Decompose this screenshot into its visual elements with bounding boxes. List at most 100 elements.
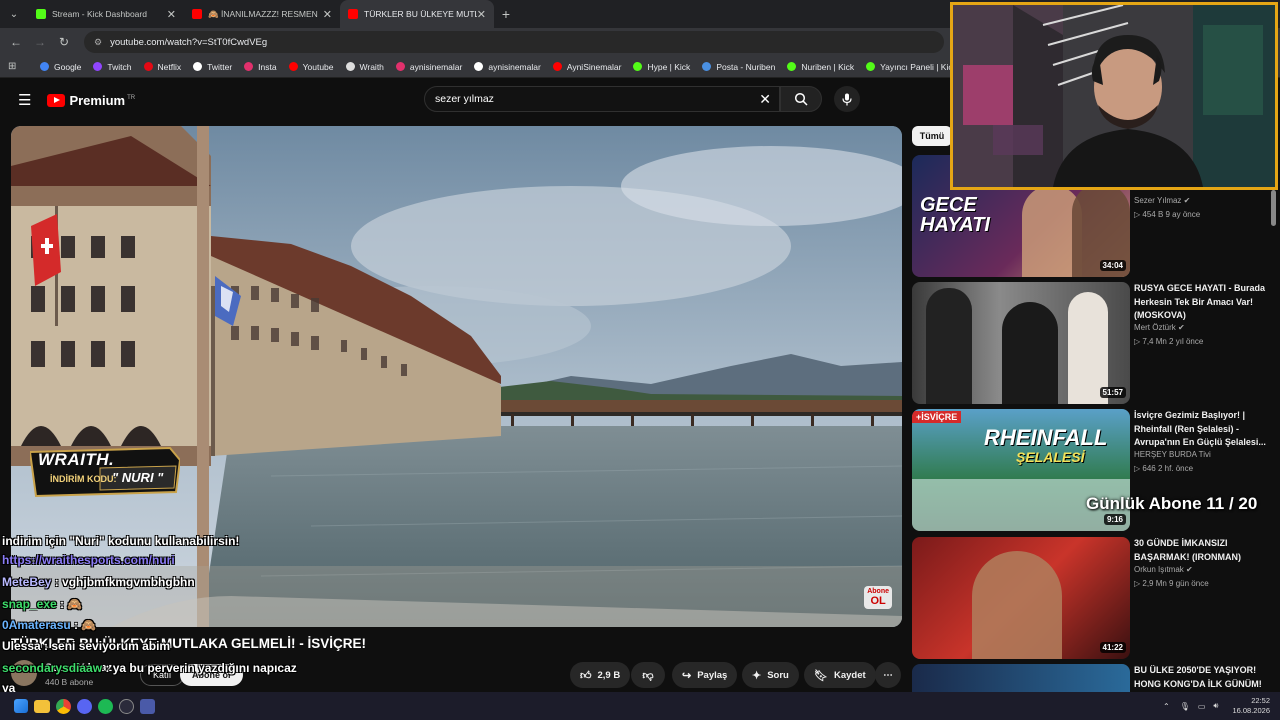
bookmark-favicon-icon: [552, 62, 562, 71]
recommendation-item[interactable]: BU ÜLKE 2050'DE YAŞIYOR! HONG KONG'DA İL…: [912, 664, 1272, 692]
rec-title[interactable]: BU ÜLKE 2050'DE YAŞIYOR! HONG KONG'DA İL…: [1134, 664, 1269, 691]
recommendation-item[interactable]: 41:22 30 GÜNDE İMKANSIZI BAŞARMAK! (IRON…: [912, 537, 1272, 659]
back-icon[interactable]: ←: [4, 35, 28, 49]
video-frame-lucerne: [11, 126, 902, 627]
system-tray: ⌃ 🎙︎ ▭ 🔊︎ 22:52 16.08.2026: [1163, 692, 1270, 720]
kick-favicon-icon: [36, 9, 46, 19]
tab-kick-dashboard[interactable]: Stream - Kick Dashboard ✕: [28, 0, 184, 28]
clear-search-icon[interactable]: ✕: [759, 91, 771, 108]
rec-title[interactable]: İsviçre Gezimiz Başlıyor! | Rheinfall (R…: [1134, 409, 1269, 450]
reload-icon[interactable]: ↻: [52, 35, 76, 49]
chrome-icon[interactable]: [56, 698, 71, 714]
clock[interactable]: 22:52 16.08.2026: [1232, 696, 1270, 716]
rec-channel[interactable]: Mert Öztürk ✔︎: [1134, 323, 1185, 332]
thumb-tag: +İSVİÇRE: [912, 411, 962, 423]
sidebar-scrollbar[interactable]: [1271, 190, 1276, 226]
chat-username: snap_exe: [2, 597, 57, 611]
menu-icon[interactable]: ☰: [18, 91, 31, 109]
rec-title[interactable]: RUSYA GECE HAYATI - Burada Herkesin Tek …: [1134, 282, 1269, 323]
bookmark-item[interactable]: Insta: [244, 62, 277, 72]
close-tab-icon[interactable]: ✕: [477, 8, 486, 21]
search-button[interactable]: [780, 86, 822, 112]
bookmark-label: Google: [54, 61, 82, 72]
bookmark-favicon-icon: [474, 62, 484, 71]
recommendation-thumbnail[interactable]: [912, 664, 1130, 692]
save-button[interactable]: 🔖︎ Kaydet: [804, 662, 876, 688]
recommendation-item[interactable]: 51:57 RUSYA GECE HAYATI - Burada Herkesi…: [912, 282, 1272, 404]
app-icon[interactable]: [140, 698, 155, 714]
forward-icon[interactable]: →: [28, 35, 52, 49]
search-input[interactable]: sezer yılmaz ✕: [424, 86, 780, 112]
tray-chevron-icon[interactable]: ⌃: [1163, 702, 1170, 711]
discord-icon[interactable]: [77, 698, 92, 714]
youtube-logo[interactable]: Premium TR: [47, 93, 135, 108]
subscribe-watermark[interactable]: Abone OL: [864, 586, 892, 609]
close-tab-icon[interactable]: ✕: [323, 8, 332, 21]
tab-title: Stream - Kick Dashboard: [52, 9, 147, 19]
bookmark-item[interactable]: Youtube: [288, 61, 334, 72]
video-duration: 41:22: [1099, 642, 1126, 653]
like-button[interactable]: 👍︎ 2,9 B: [570, 662, 631, 688]
thumbs-up-icon: 👍︎: [580, 669, 592, 682]
network-icon[interactable]: ▭: [1198, 702, 1206, 711]
chip-all[interactable]: Tümü: [912, 126, 952, 146]
url-field[interactable]: ⚙ youtube.com/watch?v=StT0fCwdVEg: [84, 31, 944, 53]
bookmark-item[interactable]: Posta - Nuriben: [702, 62, 775, 72]
bookmark-item[interactable]: Twitter: [193, 62, 232, 72]
thumb-text: RHEINFALL: [984, 425, 1108, 450]
bookmark-item[interactable]: Twitch: [93, 62, 132, 72]
obs-icon[interactable]: [119, 698, 134, 714]
chat-message: 0Amaterasu : 🙈: [2, 618, 96, 632]
new-tab-icon[interactable]: +: [494, 6, 518, 22]
bookmark-item[interactable]: Google: [40, 62, 81, 72]
tab-youtube-active[interactable]: TÜRKLER BU ÜLKEYE MUTLAKA ✕: [340, 0, 494, 28]
bookmark-item[interactable]: Yayıncı Paneli | Kick: [866, 62, 957, 72]
bookmark-item[interactable]: Wraith: [345, 61, 384, 72]
site-info-icon[interactable]: ⚙: [94, 37, 102, 48]
bookmark-item[interactable]: Nuriben | Kick: [787, 62, 854, 72]
search-icon: [794, 92, 808, 106]
apps-grid-icon[interactable]: ⊞: [8, 61, 28, 72]
rec-meta: ▷ 454 B 9 ay önce: [1134, 210, 1201, 219]
bookmark-favicon-icon: [244, 62, 254, 71]
file-explorer-icon[interactable]: [34, 699, 50, 713]
youtube-play-icon: [47, 93, 66, 107]
search-value: sezer yılmaz: [435, 93, 494, 105]
ask-button[interactable]: ✦ Soru: [742, 662, 799, 688]
video-player[interactable]: Abone OL: [11, 126, 902, 627]
tab-search-icon[interactable]: ⌄: [0, 0, 28, 28]
voice-search-button[interactable]: [834, 86, 860, 112]
bookmark-item[interactable]: AyniSinemalar: [552, 62, 621, 72]
bookmark-item[interactable]: aynisinemalar: [474, 62, 541, 72]
bookmark-label: Wraith: [359, 61, 384, 72]
microphone-tray-icon[interactable]: 🎙︎: [1180, 702, 1190, 711]
windows-start-icon[interactable]: [14, 699, 28, 713]
rec-channel[interactable]: Sezer Yılmaz ✔︎: [1134, 196, 1190, 205]
spotify-icon[interactable]: [98, 698, 113, 714]
share-button[interactable]: ↪ Paylaş: [672, 662, 738, 688]
bookmark-item[interactable]: aynisinemalar: [395, 62, 462, 72]
logo-region: TR: [127, 94, 136, 101]
share-label: Paylaş: [697, 669, 728, 681]
bookmark-favicon-icon: [143, 62, 153, 71]
rec-channel-name: Sezer Yılmaz: [1134, 196, 1182, 205]
tab-youtube-1[interactable]: 🙈 İNANILMAZZZ! RESMEN ✕: [184, 0, 340, 28]
rec-title[interactable]: 30 GÜNDE İMKANSIZI BAŞARMAK! (IRONMAN): [1134, 537, 1269, 564]
chat-text: indirim için "Nuri" kodunu kullanabilirs…: [2, 534, 240, 548]
volume-icon[interactable]: 🔊︎: [1213, 701, 1218, 711]
youtube-header: ☰ Premium TR sezer yılmaz ✕: [0, 78, 950, 122]
rec-meta: ▷ 7,4 Mn 2 yıl önce: [1134, 337, 1204, 346]
rec-channel[interactable]: Orkun Işıtmak ✔︎: [1134, 565, 1193, 574]
close-tab-icon[interactable]: ✕: [167, 8, 176, 21]
thumb-person: [972, 551, 1062, 659]
recommendation-thumbnail[interactable]: 41:22: [912, 537, 1130, 659]
bookmark-item[interactable]: Netflix: [143, 62, 181, 72]
bookmark-favicon-icon: [866, 62, 876, 71]
bookmark-label: Youtube: [302, 61, 334, 72]
more-actions-button[interactable]: ⋯: [875, 662, 901, 688]
dislike-button[interactable]: 👎︎: [631, 662, 665, 688]
recommendation-thumbnail[interactable]: 51:57: [912, 282, 1130, 404]
rec-channel-name: Orkun Işıtmak: [1134, 565, 1184, 574]
rec-channel[interactable]: HERŞEY BURDA Tivi: [1134, 450, 1211, 459]
bookmark-item[interactable]: Hype | Kick: [633, 62, 690, 72]
